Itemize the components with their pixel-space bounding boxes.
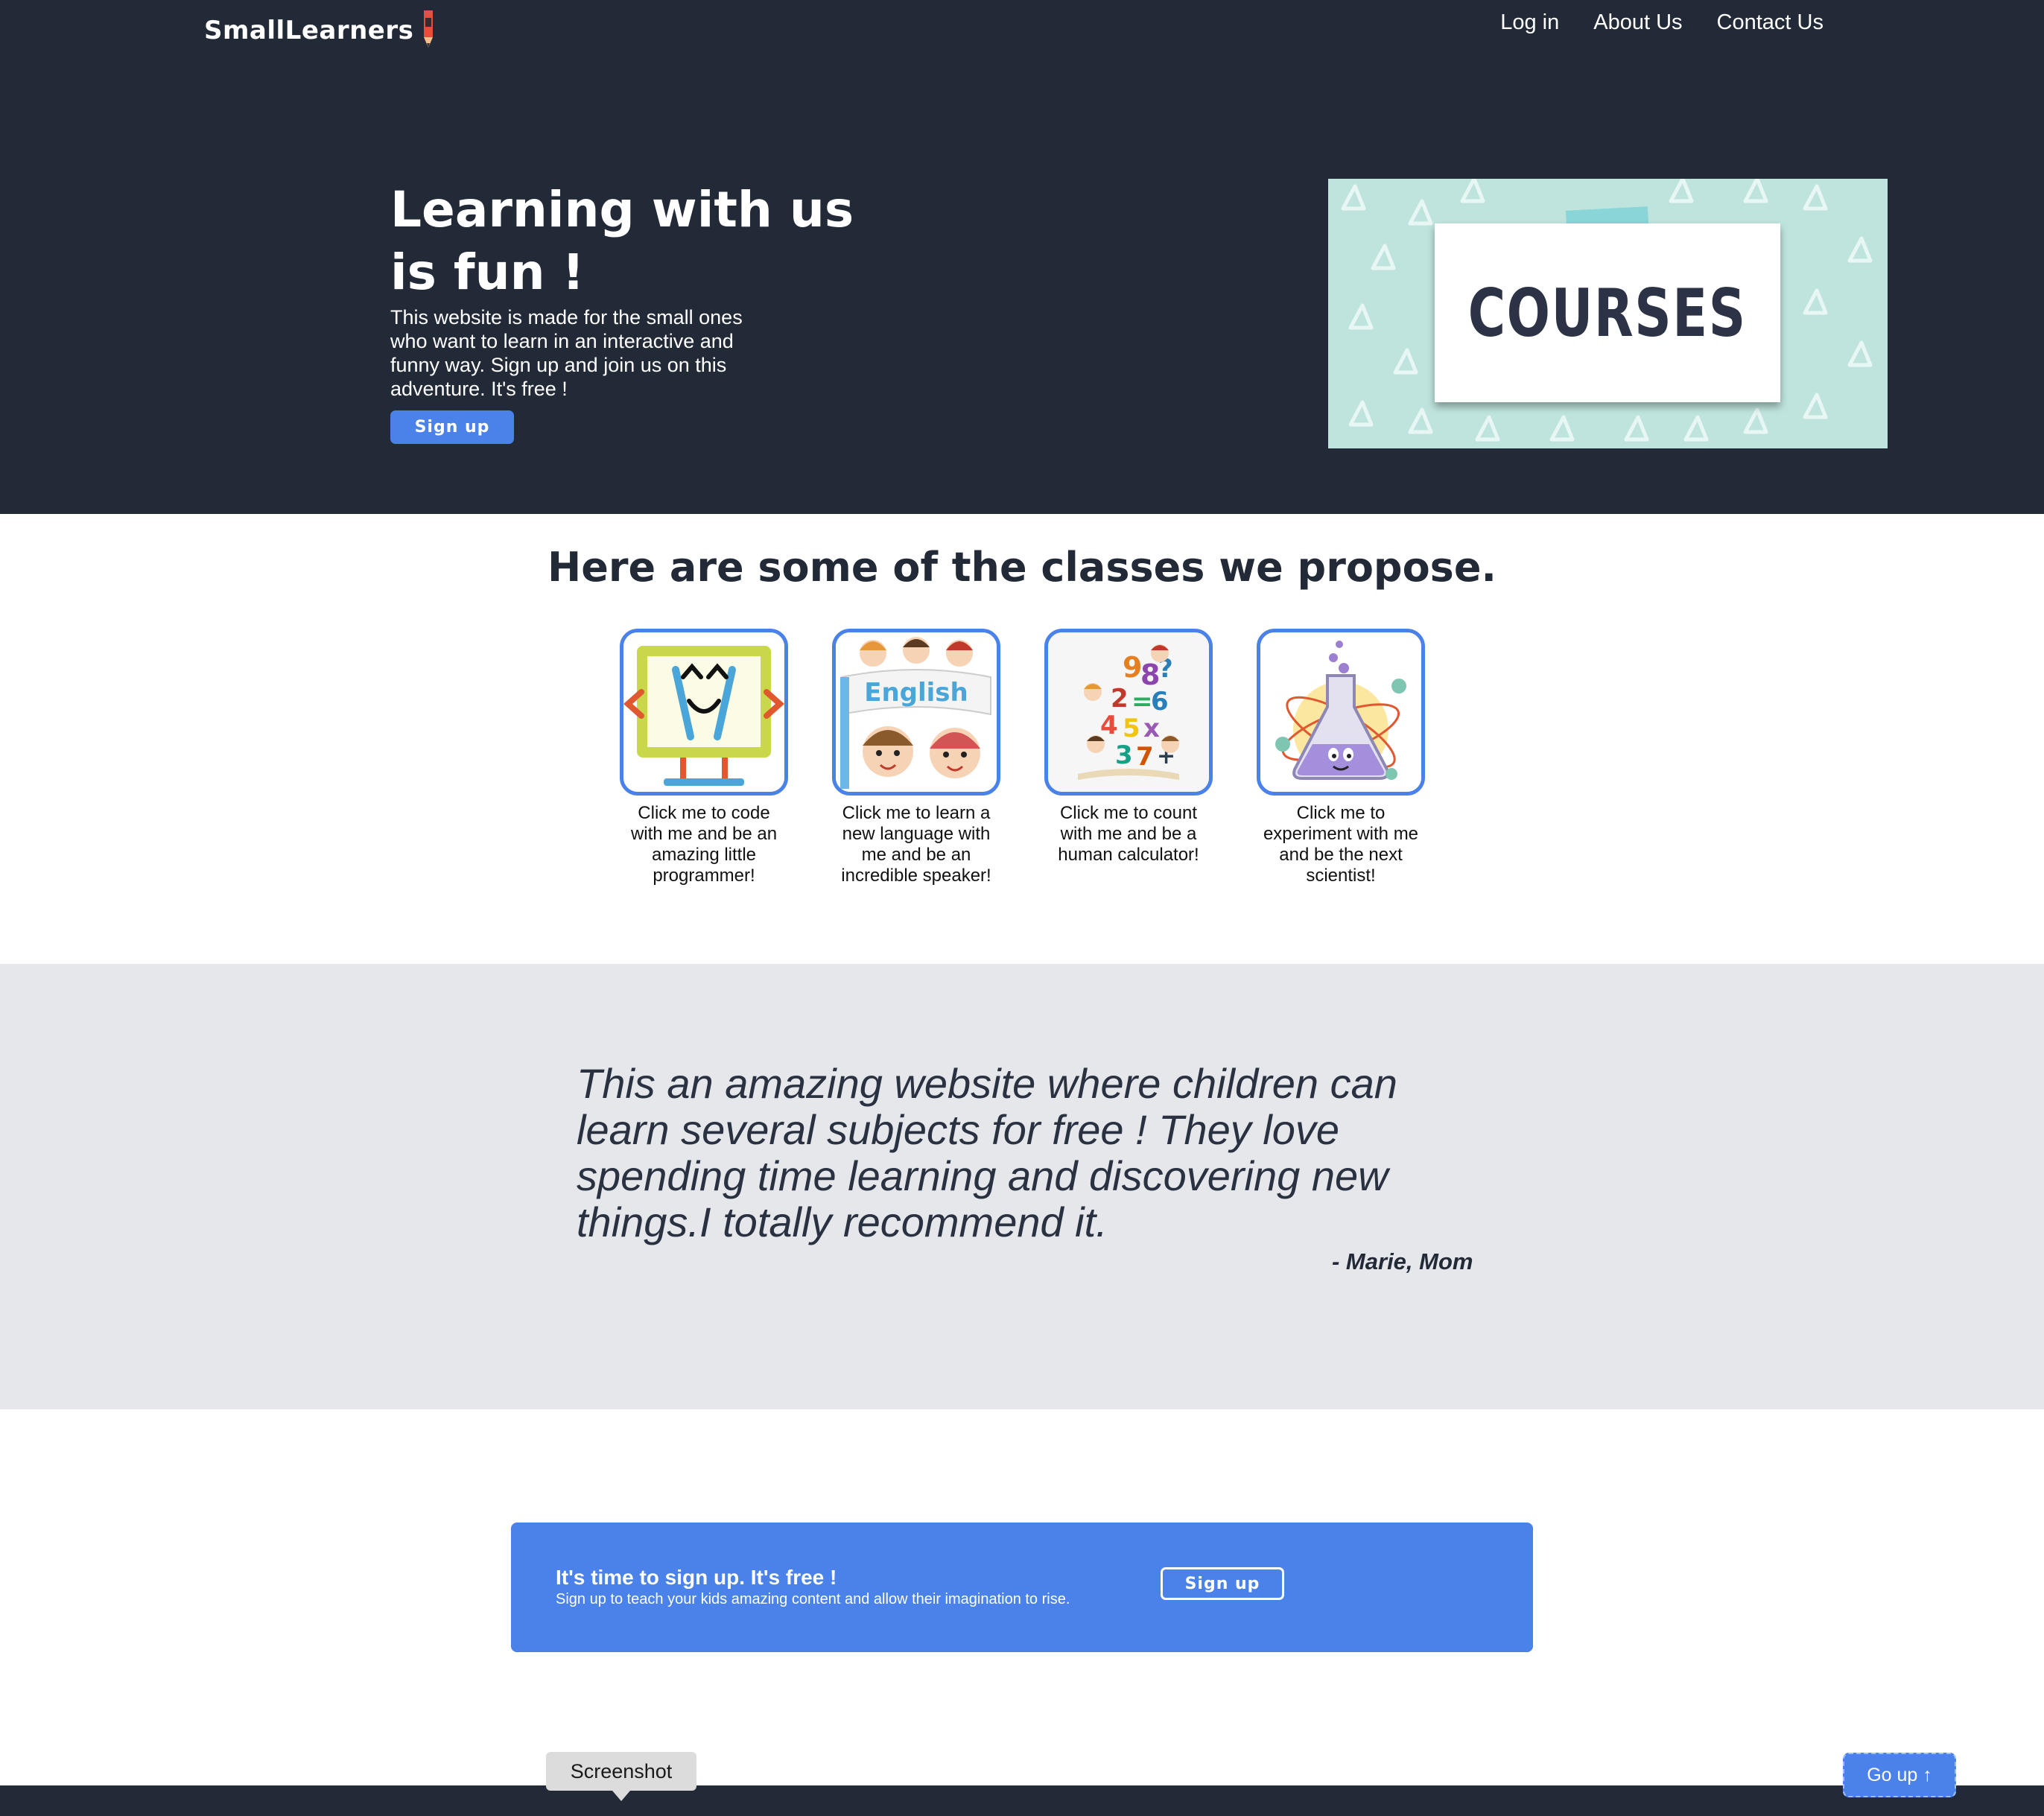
english-kids-icon: English [836, 632, 997, 792]
svg-text:6: 6 [1151, 687, 1169, 717]
svg-text:2: 2 [1111, 684, 1129, 714]
hero-title-line2: is fun ! [390, 244, 585, 301]
english-class-caption: Click me to learn a new language with me… [841, 803, 991, 886]
go-up-button[interactable]: Go up ↑ [1843, 1753, 1956, 1797]
cta-signup-button[interactable]: Sign up [1161, 1567, 1284, 1600]
nav-about-link[interactable]: About Us [1593, 10, 1682, 35]
class-card-math: 9 8 ? 2 = 6 4 5 x 3 7 + Click me to coun… [1044, 629, 1213, 866]
nav-login-link[interactable]: Log in [1500, 10, 1559, 35]
svg-text:=: = [1132, 687, 1153, 717]
science-class-caption: Click me to experiment with me and be th… [1263, 803, 1419, 886]
svg-text:7: 7 [1136, 742, 1154, 772]
class-card-coding: Click me to code with me and be an amazi… [620, 629, 788, 886]
hero-section: SmallLearners Log in About Us Contact Us… [0, 0, 2044, 514]
courses-label: COURSES [1468, 274, 1748, 352]
courses-banner-image: COURSES [1328, 179, 1888, 448]
signup-cta-box: It's time to sign up. It's free ! Sign u… [511, 1523, 1533, 1652]
science-class-link[interactable] [1257, 629, 1425, 796]
classes-heading: Here are some of the classes we propose. [548, 544, 1496, 591]
courses-card: COURSES [1435, 223, 1780, 402]
math-numbers-icon: 9 8 ? 2 = 6 4 5 x 3 7 + [1048, 632, 1209, 792]
footer-bar [0, 1785, 2044, 1816]
hero-title-line1: Learning with us [390, 181, 854, 238]
hero-title: Learning with us is fun ! [390, 179, 867, 304]
screenshot-tooltip: Screenshot [546, 1752, 696, 1791]
page: SmallLearners Log in About Us Contact Us… [0, 0, 2044, 1816]
svg-text:4: 4 [1100, 711, 1118, 740]
math-class-caption: Click me to count with me and be a human… [1058, 803, 1199, 865]
tooltip-arrow [612, 1791, 630, 1801]
svg-text:9: 9 [1123, 651, 1142, 684]
svg-text:3: 3 [1115, 740, 1133, 770]
svg-text:x: x [1143, 714, 1160, 743]
nav-contact-link[interactable]: Contact Us [1717, 10, 1824, 35]
svg-text:5: 5 [1123, 714, 1140, 743]
logo-text[interactable]: SmallLearners [204, 16, 413, 45]
coding-class-link[interactable] [620, 629, 788, 796]
hero-signup-button[interactable]: Sign up [390, 410, 514, 444]
top-nav: Log in About Us Contact Us [1500, 10, 1824, 35]
english-banner-text: English [864, 678, 968, 708]
site-logo[interactable]: SmallLearners [204, 10, 436, 49]
coding-screen-icon [623, 632, 784, 792]
class-card-english: English Click me to learn a new language… [832, 629, 1000, 886]
testimonial-author: - Marie, Mom [1332, 1248, 1473, 1274]
english-class-link[interactable]: English [832, 629, 1000, 796]
math-class-link[interactable]: 9 8 ? 2 = 6 4 5 x 3 7 + [1044, 629, 1213, 796]
coding-class-caption: Click me to code with me and be an amazi… [630, 803, 778, 886]
hero-description: This website is made for the small ones … [390, 306, 743, 400]
testimonial-quote: This an amazing website where children c… [577, 1060, 1397, 1245]
science-flask-icon [1260, 632, 1421, 792]
cta-subtitle: Sign up to teach your kids amazing conte… [556, 1591, 1070, 1607]
cta-title: It's time to sign up. It's free ! [556, 1566, 837, 1589]
testimonial-section: This an amazing website where children c… [0, 964, 2044, 1409]
class-card-science: Click me to experiment with me and be th… [1257, 629, 1425, 886]
pencil-icon [424, 10, 434, 48]
